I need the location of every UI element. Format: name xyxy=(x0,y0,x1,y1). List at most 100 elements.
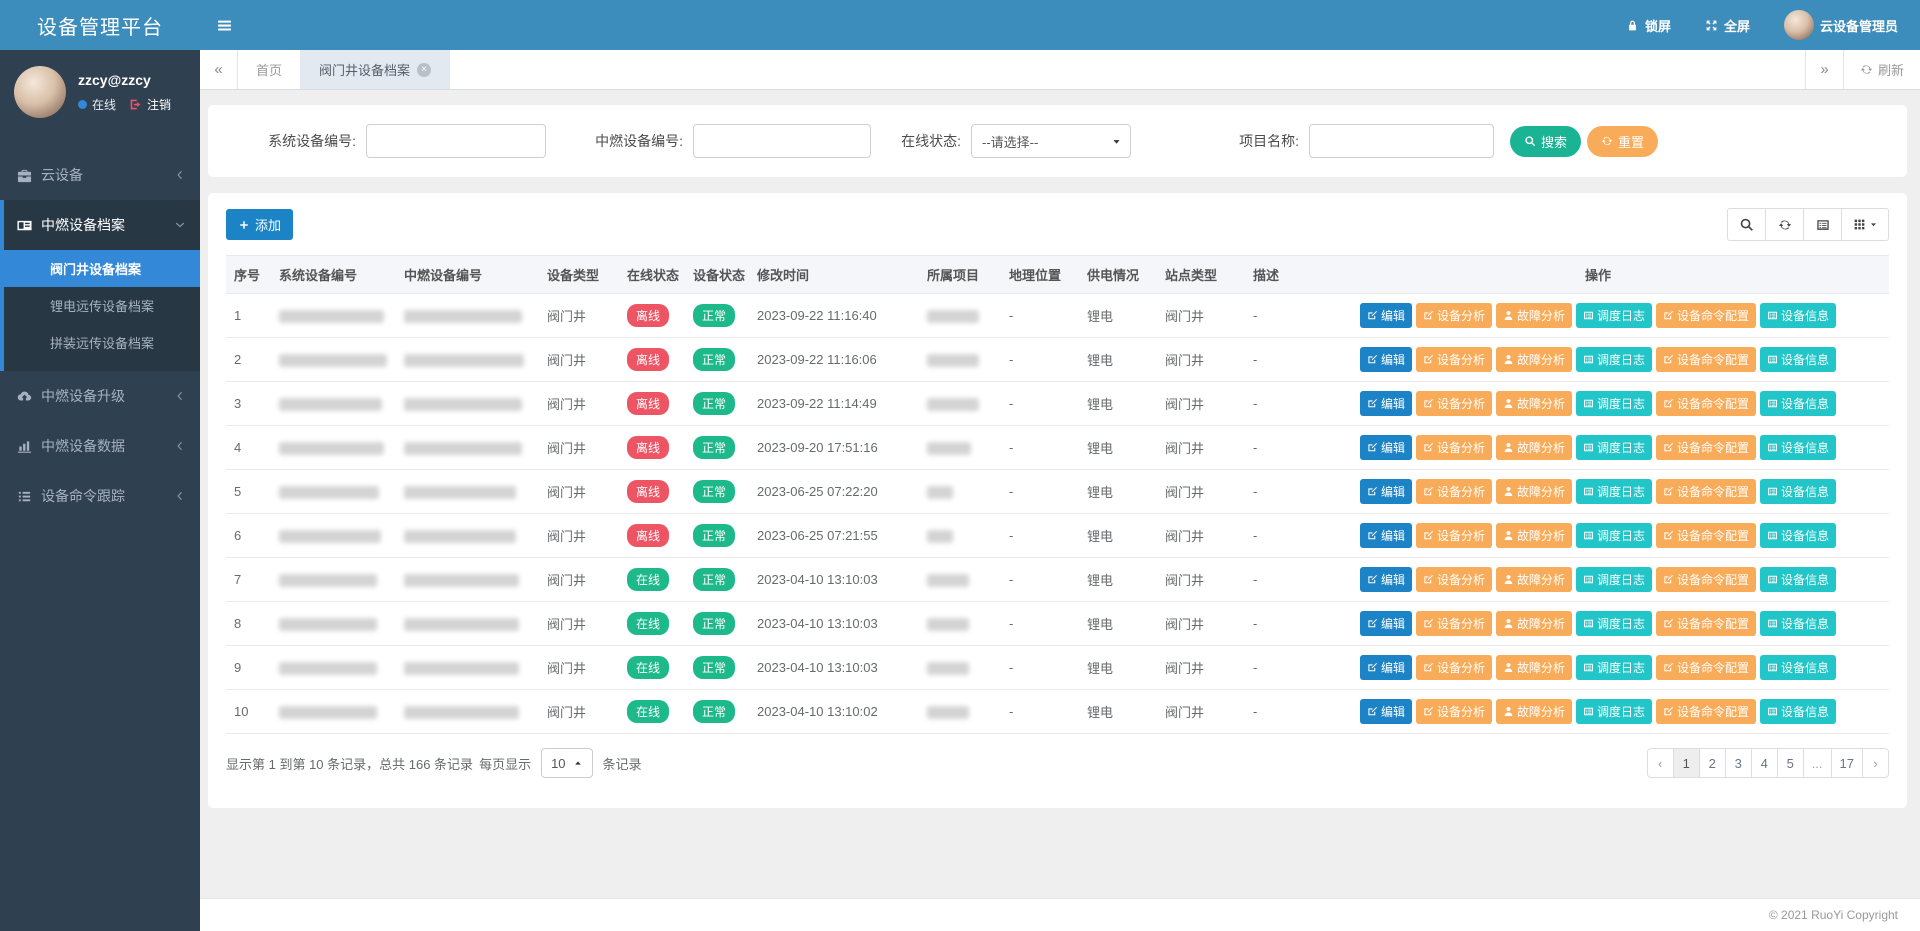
action-device-command-config-button[interactable]: 设备命令配置 xyxy=(1656,611,1756,636)
sidebar-item-device-command-track[interactable]: 设备命令跟踪 xyxy=(0,471,200,521)
action-device-command-config-button[interactable]: 设备命令配置 xyxy=(1656,699,1756,724)
action-edit-button[interactable]: 编辑 xyxy=(1360,523,1412,548)
action-device-analysis-button[interactable]: 设备分析 xyxy=(1416,391,1492,416)
table-refresh-button[interactable] xyxy=(1765,208,1804,241)
sidebar-item-cloud-devices[interactable]: 云设备 xyxy=(0,150,200,200)
search-button[interactable]: 搜索 xyxy=(1510,126,1581,157)
action-fault-analysis-button[interactable]: 故障分析 xyxy=(1496,479,1572,504)
action-edit-button[interactable]: 编辑 xyxy=(1360,391,1412,416)
action-edit-button[interactable]: 编辑 xyxy=(1360,699,1412,724)
action-dispatch-log-button[interactable]: 调度日志 xyxy=(1576,655,1652,680)
sidebar-subitem-valve-well-archive[interactable]: 阀门井设备档案 xyxy=(0,250,200,287)
sidebar-item-gas-device-data[interactable]: 中燃设备数据 xyxy=(0,421,200,471)
tab-valve-well-archive[interactable]: 阀门井设备档案 × xyxy=(301,50,450,89)
action-device-command-config-button[interactable]: 设备命令配置 xyxy=(1656,479,1756,504)
action-device-command-config-button[interactable]: 设备命令配置 xyxy=(1656,303,1756,328)
action-dispatch-log-button[interactable]: 调度日志 xyxy=(1576,479,1652,504)
page-5[interactable]: 5 xyxy=(1777,748,1804,778)
action-device-analysis-button[interactable]: 设备分析 xyxy=(1416,611,1492,636)
page-size-dropdown[interactable]: 10 xyxy=(541,748,592,778)
sidebar-item-gas-device-archive[interactable]: 中燃设备档案 xyxy=(4,200,200,250)
action-fault-analysis-button[interactable]: 故障分析 xyxy=(1496,435,1572,460)
action-dispatch-log-button[interactable]: 调度日志 xyxy=(1576,611,1652,636)
reset-button[interactable]: 重置 xyxy=(1587,126,1658,157)
action-device-analysis-button[interactable]: 设备分析 xyxy=(1416,567,1492,592)
action-fault-analysis-button[interactable]: 故障分析 xyxy=(1496,655,1572,680)
gas-device-no-input[interactable] xyxy=(693,124,871,158)
action-device-info-button[interactable]: 设备信息 xyxy=(1760,567,1836,592)
sidebar-toggle-button[interactable] xyxy=(216,17,233,34)
fullscreen-button[interactable]: 全屏 xyxy=(1705,16,1750,35)
action-device-command-config-button[interactable]: 设备命令配置 xyxy=(1656,347,1756,372)
action-device-analysis-button[interactable]: 设备分析 xyxy=(1416,303,1492,328)
action-edit-button[interactable]: 编辑 xyxy=(1360,479,1412,504)
action-device-command-config-button[interactable]: 设备命令配置 xyxy=(1656,655,1756,680)
action-device-info-button[interactable]: 设备信息 xyxy=(1760,391,1836,416)
table-columns-button[interactable] xyxy=(1841,208,1889,241)
action-device-info-button[interactable]: 设备信息 xyxy=(1760,479,1836,504)
redacted-project xyxy=(927,354,979,367)
lock-screen-button[interactable]: 锁屏 xyxy=(1626,16,1671,35)
sidebar-subitem-assembled-remote-archive[interactable]: 拼装远传设备档案 xyxy=(4,324,200,361)
action-fault-analysis-button[interactable]: 故障分析 xyxy=(1496,523,1572,548)
tabs-scroll-right-button[interactable]: » xyxy=(1805,50,1843,89)
action-fault-analysis-button[interactable]: 故障分析 xyxy=(1496,699,1572,724)
page-prev[interactable]: ‹ xyxy=(1647,748,1674,778)
action-fault-analysis-button[interactable]: 故障分析 xyxy=(1496,391,1572,416)
action-edit-button[interactable]: 编辑 xyxy=(1360,303,1412,328)
action-device-info-button[interactable]: 设备信息 xyxy=(1760,435,1836,460)
action-device-command-config-button[interactable]: 设备命令配置 xyxy=(1656,435,1756,460)
table-search-button[interactable] xyxy=(1727,208,1766,241)
sidebar-item-gas-device-upgrade[interactable]: 中燃设备升级 xyxy=(0,371,200,421)
action-device-command-config-button[interactable]: 设备命令配置 xyxy=(1656,391,1756,416)
action-device-info-button[interactable]: 设备信息 xyxy=(1760,523,1836,548)
action-fault-analysis-button[interactable]: 故障分析 xyxy=(1496,303,1572,328)
action-device-info-button[interactable]: 设备信息 xyxy=(1760,655,1836,680)
action-device-analysis-button[interactable]: 设备分析 xyxy=(1416,655,1492,680)
action-device-analysis-button[interactable]: 设备分析 xyxy=(1416,347,1492,372)
action-dispatch-log-button[interactable]: 调度日志 xyxy=(1576,435,1652,460)
action-device-analysis-button[interactable]: 设备分析 xyxy=(1416,699,1492,724)
action-device-analysis-button[interactable]: 设备分析 xyxy=(1416,479,1492,504)
action-fault-analysis-button[interactable]: 故障分析 xyxy=(1496,347,1572,372)
action-device-info-button[interactable]: 设备信息 xyxy=(1760,347,1836,372)
header-user-menu[interactable]: 云设备管理员 xyxy=(1784,10,1898,40)
action-device-command-config-button[interactable]: 设备命令配置 xyxy=(1656,523,1756,548)
table-toggle-view-button[interactable] xyxy=(1803,208,1842,241)
action-dispatch-log-button[interactable]: 调度日志 xyxy=(1576,303,1652,328)
action-fault-analysis-button[interactable]: 故障分析 xyxy=(1496,567,1572,592)
tab-home[interactable]: 首页 xyxy=(238,50,301,89)
action-edit-button[interactable]: 编辑 xyxy=(1360,611,1412,636)
action-dispatch-log-button[interactable]: 调度日志 xyxy=(1576,567,1652,592)
action-dispatch-log-button[interactable]: 调度日志 xyxy=(1576,523,1652,548)
logout-link[interactable]: 注销 xyxy=(147,96,171,113)
sys-device-no-input[interactable] xyxy=(366,124,546,158)
page-2[interactable]: 2 xyxy=(1699,748,1726,778)
action-dispatch-log-button[interactable]: 调度日志 xyxy=(1576,347,1652,372)
page-1[interactable]: 1 xyxy=(1673,748,1700,778)
action-device-info-button[interactable]: 设备信息 xyxy=(1760,699,1836,724)
project-name-input[interactable] xyxy=(1309,124,1494,158)
page-17[interactable]: 17 xyxy=(1831,748,1863,778)
page-next[interactable]: › xyxy=(1862,748,1889,778)
action-dispatch-log-button[interactable]: 调度日志 xyxy=(1576,391,1652,416)
action-device-info-button[interactable]: 设备信息 xyxy=(1760,611,1836,636)
sidebar-subitem-lithium-remote-archive[interactable]: 锂电远传设备档案 xyxy=(4,287,200,324)
tab-refresh-button[interactable]: 刷新 xyxy=(1843,50,1920,89)
action-edit-button[interactable]: 编辑 xyxy=(1360,435,1412,460)
action-device-analysis-button[interactable]: 设备分析 xyxy=(1416,523,1492,548)
action-edit-button[interactable]: 编辑 xyxy=(1360,655,1412,680)
page-4[interactable]: 4 xyxy=(1751,748,1778,778)
action-dispatch-log-button[interactable]: 调度日志 xyxy=(1576,699,1652,724)
action-device-analysis-button[interactable]: 设备分析 xyxy=(1416,435,1492,460)
tabs-scroll-left-button[interactable]: « xyxy=(200,50,238,89)
add-button[interactable]: 添加 xyxy=(226,209,293,240)
page-3[interactable]: 3 xyxy=(1725,748,1752,778)
action-edit-button[interactable]: 编辑 xyxy=(1360,347,1412,372)
action-device-command-config-button[interactable]: 设备命令配置 xyxy=(1656,567,1756,592)
action-device-info-button[interactable]: 设备信息 xyxy=(1760,303,1836,328)
action-edit-button[interactable]: 编辑 xyxy=(1360,567,1412,592)
tab-close-icon[interactable]: × xyxy=(417,63,431,77)
action-fault-analysis-button[interactable]: 故障分析 xyxy=(1496,611,1572,636)
online-status-select[interactable]: --请选择-- xyxy=(971,124,1131,158)
